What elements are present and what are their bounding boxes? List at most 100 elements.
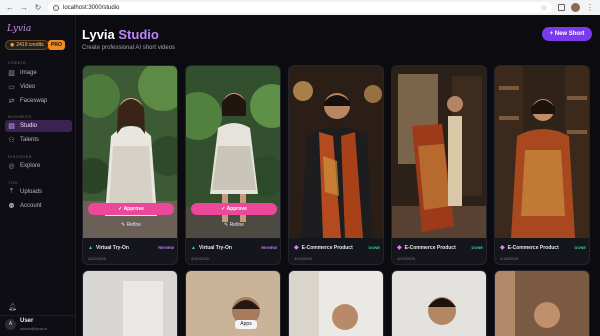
- card-date: 4/18/2026: [500, 256, 518, 261]
- page-title-accent: Studio: [118, 27, 159, 42]
- short-thumbnail: [495, 66, 589, 238]
- short-thumbnail: [495, 271, 589, 336]
- card-date: 4/22/2026: [88, 256, 106, 261]
- browser-toolbar: ← → ↻ i localhost:3000/studio ☆ ⋮: [0, 0, 600, 15]
- credits-label: 2419 credits: [16, 42, 44, 48]
- talents-icon: ⚇: [8, 137, 15, 144]
- section-business: BUSINESS: [8, 114, 32, 119]
- card-meta: ◆ E-Commerce Product DONE: [397, 243, 483, 252]
- sidebar: Lyvia ◉ 2419 credits PRO CREATE ▧ Image …: [0, 15, 76, 336]
- url-text: localhost:3000/studio: [63, 4, 120, 11]
- account-icon: ⚉: [8, 203, 15, 210]
- refine-label: Refine: [229, 222, 245, 228]
- sidebar-divider: [0, 315, 76, 316]
- short-thumbnail: [392, 66, 486, 238]
- sidebar-item-image[interactable]: ▧ Image: [5, 67, 72, 79]
- card-title: E-Commerce Product: [301, 244, 353, 251]
- status-badge: DONE: [368, 245, 380, 250]
- card-date: 4/19/2026: [397, 256, 415, 261]
- sidebar-item-explore[interactable]: ◎ Explore: [5, 160, 72, 172]
- approve-label: Approve: [226, 206, 247, 212]
- page-title-main: Lyvia: [82, 27, 119, 42]
- sidebar-item-label: Studio: [20, 123, 38, 129]
- sidebar-item-account[interactable]: ⚉ Account: [5, 200, 72, 212]
- studio-main: Lyvia Studio Create professional AI shor…: [77, 15, 600, 336]
- short-card[interactable]: ◆ E-Commerce Product DONE 4/18/2026: [494, 65, 590, 265]
- section-create: CREATE: [8, 60, 27, 65]
- sidebar-item-label: Image: [20, 70, 37, 76]
- short-thumbnail: [83, 271, 177, 336]
- card-meta: ◆ E-Commerce Product DONE: [500, 243, 586, 252]
- back-icon[interactable]: ←: [6, 0, 14, 15]
- short-card[interactable]: ◆ E-Commerce Product DONE 4/19/2026: [288, 65, 384, 265]
- pro-badge[interactable]: PRO: [48, 40, 65, 50]
- sidebar-item-faceswap[interactable]: ⇄ Faceswap: [5, 95, 72, 107]
- page-subtitle: Create professional AI short videos: [82, 45, 176, 51]
- faceswap-icon: ⇄: [8, 98, 15, 105]
- new-short-button[interactable]: + New Short: [542, 27, 592, 41]
- sidebar-item-label: Uploads: [20, 189, 43, 195]
- page-title: Lyvia Studio: [82, 27, 159, 42]
- hanger-icon: ▲: [191, 244, 196, 251]
- bell-icon[interactable]: 🔔︎: [8, 303, 17, 311]
- card-title: E-Commerce Product: [507, 244, 559, 251]
- short-thumbnail: [186, 271, 280, 336]
- status-badge: DONE: [471, 245, 483, 250]
- short-card[interactable]: [391, 270, 487, 336]
- card-date: 4/19/2026: [294, 256, 312, 261]
- image-icon: ▧: [8, 70, 15, 77]
- sidebar-item-label: Faceswap: [20, 98, 48, 104]
- address-bar[interactable]: i localhost:3000/studio ☆: [48, 2, 552, 13]
- card-meta: ▲ Virtual Try-On REVIEW: [191, 243, 277, 252]
- coin-icon: ◉: [10, 42, 15, 48]
- status-badge: DONE: [574, 245, 586, 250]
- approve-button[interactable]: ✓ Approve: [191, 203, 277, 215]
- short-card[interactable]: [494, 270, 590, 336]
- status-badge: REVIEW: [158, 245, 174, 250]
- user-name[interactable]: User: [20, 318, 33, 324]
- sidebar-item-talents[interactable]: ⚇ Talents: [5, 134, 72, 146]
- shopping-bag-icon: ◆: [397, 245, 402, 251]
- approve-button[interactable]: ✓ Approve: [88, 203, 174, 215]
- avatar[interactable]: A: [5, 319, 16, 330]
- card-meta: ▲ Virtual Try-On REVIEW: [88, 243, 174, 252]
- hanger-icon: ▲: [88, 244, 93, 251]
- sidebar-item-label: Account: [20, 203, 42, 209]
- short-card[interactable]: [82, 270, 178, 336]
- refine-label: Refine: [126, 222, 142, 228]
- explore-icon: ◎: [8, 163, 15, 170]
- sidebar-item-label: Talents: [20, 137, 40, 143]
- site-info-icon[interactable]: i: [53, 4, 59, 11]
- card-title: Virtual Try-On: [95, 244, 129, 251]
- sidebar-item-video[interactable]: ▭ Video: [5, 81, 72, 93]
- short-thumbnail: [289, 66, 383, 238]
- browser-menu-icon[interactable]: ⋮: [586, 3, 594, 12]
- reload-icon[interactable]: ↻: [34, 0, 42, 15]
- short-card[interactable]: ✓ Approve ✎ Refine ▲ Virtual Try-On REVI…: [185, 65, 281, 265]
- bookmark-star-icon[interactable]: ☆: [541, 4, 547, 12]
- extensions-icon[interactable]: [558, 4, 565, 11]
- logo[interactable]: Lyvia: [7, 24, 31, 34]
- short-card[interactable]: [185, 270, 281, 336]
- credits-pill[interactable]: ◉ 2419 credits: [5, 40, 49, 50]
- forward-icon[interactable]: →: [20, 0, 28, 15]
- sidebar-item-studio[interactable]: ▤ Studio: [5, 120, 72, 132]
- short-card[interactable]: ◆ E-Commerce Product DONE 4/19/2026: [391, 65, 487, 265]
- refine-button[interactable]: ✎ Refine: [88, 220, 174, 231]
- profile-avatar-icon[interactable]: [571, 3, 580, 12]
- shopping-bag-icon: ◆: [294, 245, 299, 251]
- short-thumbnail: [392, 271, 486, 336]
- sidebar-item-uploads[interactable]: ⤒ Uploads: [5, 186, 72, 198]
- refine-button[interactable]: ✎ Refine: [191, 220, 277, 231]
- card-meta: ◆ E-Commerce Product DONE: [294, 243, 380, 252]
- card-title: E-Commerce Product: [404, 244, 456, 251]
- sidebar-item-label: Video: [20, 84, 36, 90]
- section-discover: DISCOVER: [8, 154, 33, 159]
- video-icon: ▭: [8, 84, 15, 91]
- short-card[interactable]: ✓ Approve ✎ Refine ▲ Virtual Try-On REVI…: [82, 65, 178, 265]
- section-you: YOU: [8, 180, 18, 185]
- studio-icon: ▤: [8, 123, 15, 130]
- uploads-icon: ⤒: [9, 188, 14, 195]
- apps-tooltip: Apps: [235, 320, 257, 329]
- short-card[interactable]: [288, 270, 384, 336]
